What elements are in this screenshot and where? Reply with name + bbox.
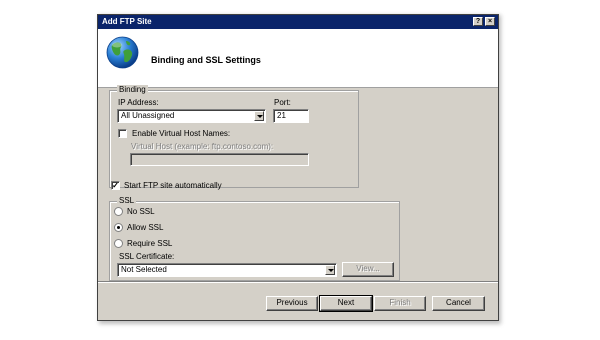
ssl-certificate-dropdown[interactable]: Not Selected <box>117 263 337 277</box>
start-automatically-label[interactable]: Start FTP site automatically <box>124 181 222 191</box>
view-certificate-button[interactable]: View... <box>342 262 394 277</box>
ip-address-dropdown[interactable]: All Unassigned <box>117 109 266 123</box>
finish-button[interactable]: Finish <box>374 296 426 311</box>
footer-divider <box>98 281 498 283</box>
enable-virtual-host-label[interactable]: Enable Virtual Host Names: <box>132 129 230 139</box>
cancel-button[interactable]: Cancel <box>432 296 485 311</box>
port-input[interactable]: 21 <box>273 109 309 123</box>
binding-group-label: Binding <box>117 85 148 95</box>
help-button[interactable]: ? <box>473 17 483 26</box>
next-button[interactable]: Next <box>319 295 373 312</box>
add-ftp-site-dialog: Add FTP Site ? × Binding and SSL Setting… <box>97 14 499 321</box>
ssl-group-label: SSL <box>117 196 137 206</box>
ssl-certificate-value: Not Selected <box>121 265 167 274</box>
enable-virtual-host-checkbox[interactable] <box>118 129 127 138</box>
port-label: Port: <box>274 98 291 107</box>
ssl-certificate-label: SSL Certificate: <box>119 252 175 261</box>
allow-ssl-label[interactable]: Allow SSL <box>127 223 163 233</box>
chevron-down-icon[interactable] <box>254 111 264 121</box>
ip-address-label: IP Address: <box>118 98 159 107</box>
no-ssl-label[interactable]: No SSL <box>127 207 155 217</box>
require-ssl-radio[interactable] <box>114 239 123 248</box>
allow-ssl-radio[interactable] <box>114 223 123 232</box>
wizard-header: Binding and SSL Settings <box>98 29 498 88</box>
virtual-host-input[interactable] <box>130 153 309 166</box>
globe-icon <box>106 36 139 69</box>
require-ssl-label[interactable]: Require SSL <box>127 239 172 249</box>
title-bar: Add FTP Site ? × <box>98 15 498 29</box>
previous-button[interactable]: Previous <box>266 296 318 311</box>
ip-address-value: All Unassigned <box>121 111 175 120</box>
no-ssl-radio[interactable] <box>114 207 123 216</box>
window-title: Add FTP Site <box>102 17 152 26</box>
port-value: 21 <box>277 111 286 120</box>
start-automatically-checkbox[interactable]: ✓ <box>111 181 120 190</box>
page-title: Binding and SSL Settings <box>151 55 261 65</box>
chevron-down-icon[interactable] <box>325 265 335 275</box>
close-button[interactable]: × <box>485 17 495 26</box>
virtual-host-label: Virtual Host (example: ftp.contoso.com): <box>131 142 274 151</box>
